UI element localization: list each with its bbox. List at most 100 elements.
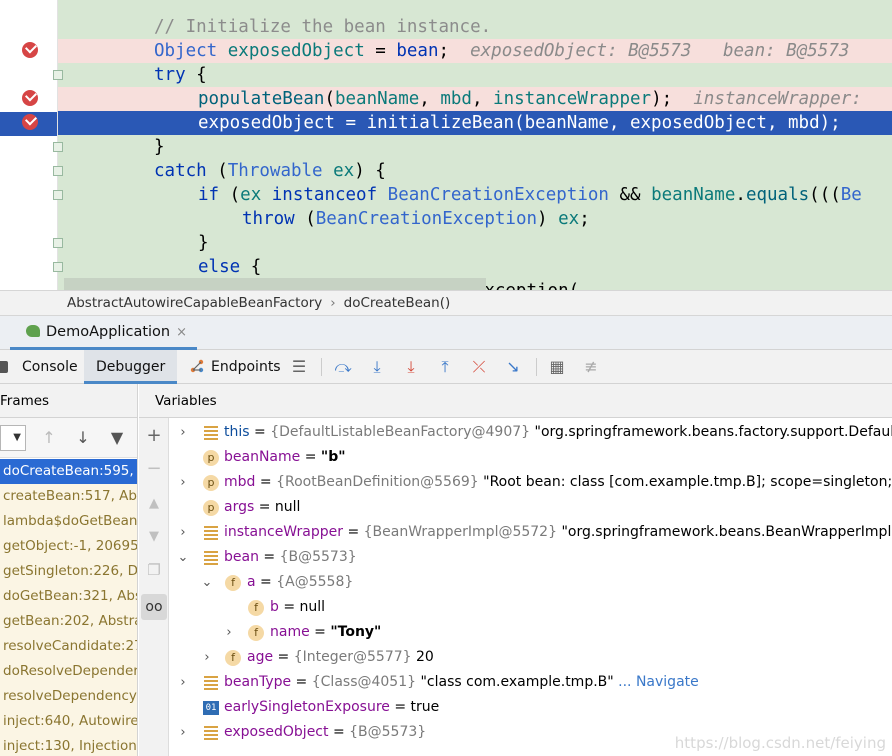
variable-row[interactable]: ⌄ bean = {B@5573} xyxy=(170,545,892,570)
frame-item[interactable]: inject:640, Autowire xyxy=(0,709,137,734)
parameter-icon: p xyxy=(203,500,219,516)
evaluate-expression-icon[interactable]: ▦ xyxy=(547,357,567,377)
code-line[interactable]: Object exposedObject = bean; exposedObje… xyxy=(58,39,892,63)
object-icon xyxy=(204,676,218,690)
step-over-icon[interactable]: ⤼ xyxy=(333,357,353,377)
code-line[interactable]: else { xyxy=(58,255,892,279)
variable-row[interactable]: p args = null xyxy=(170,495,892,520)
toolbar-divider xyxy=(321,358,322,376)
variables-title: Variables xyxy=(155,393,217,409)
breakpoint-icon[interactable] xyxy=(22,114,38,130)
arrow-down-icon[interactable]: ↓ xyxy=(74,428,92,448)
variable-name: b xyxy=(270,599,279,615)
variable-name: name xyxy=(270,624,310,640)
frame-item[interactable]: doGetBean:321, Abs xyxy=(0,584,137,609)
thread-selector[interactable]: ▼ xyxy=(0,425,26,451)
frame-item[interactable]: doCreateBean:595, A xyxy=(0,459,137,484)
frame-item[interactable]: getObject:-1, 206950 xyxy=(0,534,137,559)
expand-arrow-icon[interactable]: › xyxy=(176,470,190,495)
tab-endpoints[interactable]: Endpoints xyxy=(186,350,281,384)
variables-tree: › this = {DefaultListableBeanFactory@490… xyxy=(170,418,892,756)
breakpoint-icon[interactable] xyxy=(22,42,38,58)
frame-item[interactable]: resolveDependency: xyxy=(0,684,137,709)
step-into-icon[interactable]: ⤓ xyxy=(367,357,387,377)
code-token: try xyxy=(154,65,186,85)
remove-watch-icon[interactable]: − xyxy=(144,459,164,479)
code-line[interactable]: throw (BeanCreationException) ex; xyxy=(58,207,892,231)
code-line[interactable]: // Initialize the bean instance. xyxy=(58,15,892,39)
drop-frame-icon[interactable]: ⤫ xyxy=(469,357,489,377)
code-token: ex xyxy=(558,209,580,229)
tab-console[interactable]: Console xyxy=(0,350,78,384)
breadcrumb-class[interactable]: AbstractAutowireCapableBeanFactory xyxy=(67,295,322,311)
tab-demo-application[interactable]: DemoApplication × xyxy=(10,316,198,350)
code-token: if xyxy=(198,185,220,205)
expand-arrow-icon[interactable]: › xyxy=(176,670,190,695)
variable-row[interactable]: › instanceWrapper = {BeanWrapperImpl@557… xyxy=(170,520,892,545)
move-down-icon[interactable]: ▼ xyxy=(144,527,164,547)
frame-item[interactable]: getBean:202, Abstrac xyxy=(0,609,137,634)
expand-arrow-icon[interactable]: › xyxy=(222,620,236,645)
filter-icon[interactable]: ▼ xyxy=(108,428,126,448)
run-tab-label: DemoApplication xyxy=(46,324,171,340)
code-line-content: populateBean(beanName, mbd, instanceWrap… xyxy=(58,89,862,109)
variable-value: "b" xyxy=(320,449,346,465)
force-step-into-icon[interactable]: ⤓ xyxy=(401,357,421,377)
variable-row[interactable]: › f age = {Integer@5577} 20 xyxy=(170,645,892,670)
copy-icon[interactable]: ❐ xyxy=(144,560,164,580)
trace-stream-icon[interactable]: ≢ xyxy=(581,357,601,377)
code-line-current[interactable]: exposedObject = initializeBean(beanName,… xyxy=(58,111,892,135)
add-watch-icon[interactable]: + xyxy=(144,426,164,446)
chevron-down-icon: ▼ xyxy=(13,432,21,443)
frames-header: Frames xyxy=(0,384,138,418)
arrow-up-icon[interactable]: ↑ xyxy=(40,428,58,448)
move-up-icon[interactable]: ▲ xyxy=(144,494,164,514)
collapse-arrow-icon[interactable]: ⌄ xyxy=(200,570,214,595)
code-line-content: } xyxy=(58,137,165,157)
code-token: else xyxy=(198,257,241,277)
frame-item[interactable]: doResolveDepender xyxy=(0,659,137,684)
variable-row[interactable]: 01 earlySingletonExposure = true xyxy=(170,695,892,720)
show-watches-icon[interactable]: oo xyxy=(141,594,167,620)
code-line[interactable]: } xyxy=(58,231,892,255)
code-line[interactable]: populateBean(beanName, mbd, instanceWrap… xyxy=(58,87,892,111)
variable-row[interactable]: f b = null xyxy=(170,595,892,620)
frame-item[interactable]: lambda$doGetBean xyxy=(0,509,137,534)
breadcrumb: AbstractAutowireCapableBeanFactory › doCre… xyxy=(0,290,892,316)
close-icon[interactable]: × xyxy=(176,325,187,340)
code-token: ( xyxy=(219,185,241,205)
variable-row[interactable]: ⌄ f a = {A@5558} xyxy=(170,570,892,595)
frame-item[interactable]: createBean:517, Abs xyxy=(0,484,137,509)
expand-arrow-icon[interactable]: › xyxy=(176,520,190,545)
code-line[interactable]: try { xyxy=(58,63,892,87)
code-line[interactable]: } xyxy=(58,135,892,159)
expand-arrow-icon[interactable]: › xyxy=(176,720,190,745)
show-execution-point-icon[interactable]: ☰ xyxy=(289,357,309,377)
frame-item[interactable]: getSingleton:226, De xyxy=(0,559,137,584)
expand-arrow-icon[interactable]: › xyxy=(200,645,214,670)
horizontal-scrollbar[interactable] xyxy=(64,278,486,290)
code-token: ( xyxy=(206,161,228,181)
frames-title: Frames xyxy=(0,393,50,409)
variable-row[interactable]: › beanType = {Class@4051} "class com.exa… xyxy=(170,670,892,695)
code-editor[interactable]: // Initialize the bean instance. Object … xyxy=(0,0,892,290)
frame-item[interactable]: resolveCandidate:27 xyxy=(0,634,137,659)
navigate-link[interactable]: ... Navigate xyxy=(618,674,699,690)
variable-row[interactable]: › p mbd = {RootBeanDefinition@5569} "Roo… xyxy=(170,470,892,495)
run-to-cursor-icon[interactable]: ↘ xyxy=(503,357,523,377)
expand-arrow-icon[interactable]: › xyxy=(176,420,190,445)
code-line[interactable]: catch (Throwable ex) { xyxy=(58,159,892,183)
tab-debugger[interactable]: Debugger xyxy=(84,350,178,384)
code-token: ) xyxy=(537,209,559,229)
code-line-content: throw (BeanCreationException) ex; xyxy=(58,209,590,229)
variable-row[interactable]: p beanName = "b" xyxy=(170,445,892,470)
code-token: exposedObject = initializeBean(beanName,… xyxy=(198,113,841,133)
step-out-icon[interactable]: ⤒ xyxy=(435,357,455,377)
collapse-arrow-icon[interactable]: ⌄ xyxy=(176,545,190,570)
code-line[interactable]: if (ex instanceof BeanCreationException … xyxy=(58,183,892,207)
breadcrumb-method[interactable]: doCreateBean() xyxy=(344,295,451,311)
variable-row[interactable]: › this = {DefaultListableBeanFactory@490… xyxy=(170,420,892,445)
frame-item[interactable]: inject:130, InjectionM xyxy=(0,734,137,756)
breakpoint-icon[interactable] xyxy=(22,90,38,106)
variable-row[interactable]: › f name = "Tony" xyxy=(170,620,892,645)
